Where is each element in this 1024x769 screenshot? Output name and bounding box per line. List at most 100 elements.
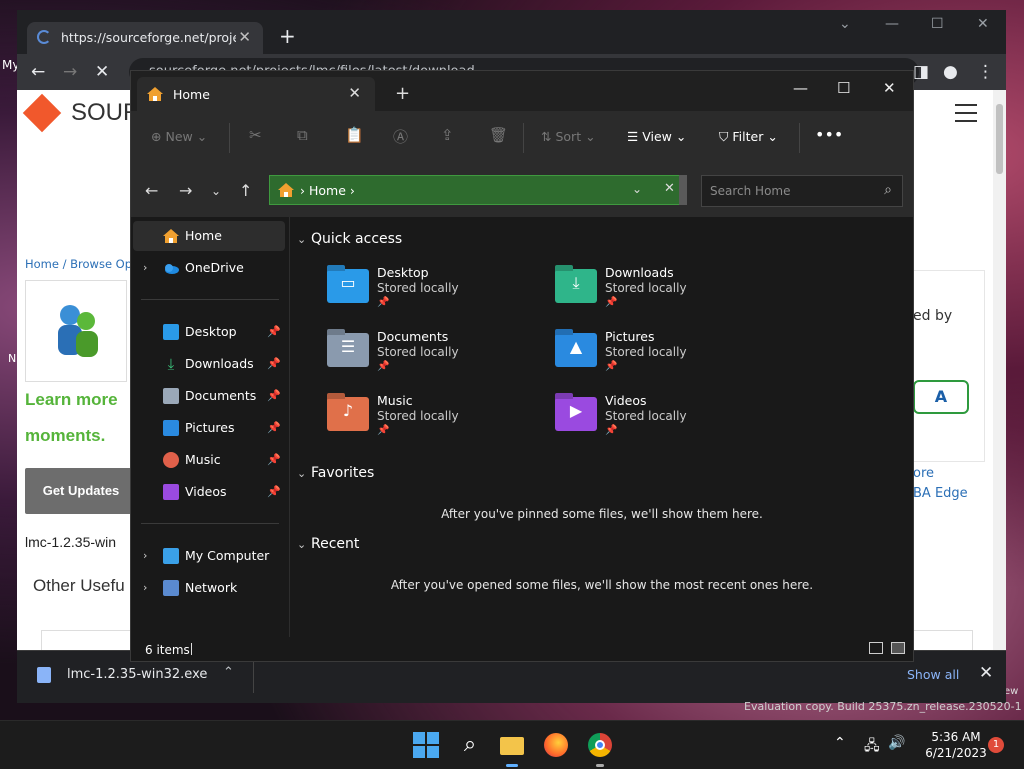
- close-icon[interactable]: ✕: [979, 663, 993, 683]
- sidebar-item-downloads[interactable]: ⤓ Downloads 📌: [133, 349, 285, 379]
- close-button[interactable]: ✕: [977, 16, 989, 32]
- back-icon[interactable]: ←: [31, 62, 45, 82]
- profile-icon[interactable]: ●: [943, 62, 958, 82]
- chevron-right-icon[interactable]: ›: [143, 261, 147, 274]
- view-icon: ☰: [627, 129, 639, 144]
- copy-icon[interactable]: ⧉: [297, 126, 308, 144]
- breadcrumb[interactable]: Home / Browse Ope: [25, 257, 139, 271]
- ad-link[interactable]: BA Edge: [913, 486, 968, 501]
- rename-icon[interactable]: Ⓐ: [393, 126, 408, 147]
- project-icon: [25, 280, 127, 382]
- plus-icon: ⊕: [151, 129, 162, 144]
- filter-button[interactable]: ⛉ Filter ⌄: [719, 129, 778, 145]
- chevron-up-icon[interactable]: ⌃: [834, 735, 846, 751]
- quick-access-item-music[interactable]: ♪ Music Stored locally 📌: [327, 393, 547, 449]
- sourceforge-logo-icon[interactable]: [22, 93, 62, 133]
- chevron-down-icon: ⌄: [585, 129, 596, 144]
- sidebar-item-network[interactable]: › Network: [133, 573, 285, 603]
- maximize-button[interactable]: ☐: [837, 79, 850, 97]
- download-item[interactable]: lmc-1.2.35-win32.exe: [67, 667, 207, 682]
- search-icon[interactable]: ⌕: [456, 731, 484, 759]
- file-explorer-taskbar-icon[interactable]: [498, 731, 526, 767]
- volume-icon[interactable]: 🔊: [888, 735, 905, 751]
- up-icon[interactable]: ↑: [239, 181, 252, 200]
- page-scrollbar[interactable]: [993, 90, 1006, 650]
- quick-access-item-downloads[interactable]: ⤓ Downloads Stored locally 📌: [555, 265, 775, 321]
- back-icon[interactable]: ←: [145, 181, 158, 200]
- clock[interactable]: 5:36 AM 6/21/2023: [920, 729, 992, 761]
- new-tab-button[interactable]: +: [279, 24, 296, 48]
- chevron-up-icon[interactable]: ⌃: [223, 665, 234, 680]
- explorer-tab[interactable]: Home ✕: [137, 77, 375, 111]
- get-updates-button[interactable]: Get Updates: [25, 468, 137, 514]
- forward-icon[interactable]: →: [179, 181, 192, 200]
- delete-icon[interactable]: 🗑: [489, 126, 508, 144]
- chrome-icon[interactable]: [586, 731, 614, 767]
- quick-access-header[interactable]: ⌄ Quick access: [297, 231, 402, 247]
- chevron-down-icon[interactable]: ⌄: [839, 16, 851, 32]
- chevron-down-icon[interactable]: ⌄: [632, 182, 642, 196]
- recent-header[interactable]: ⌄ Recent: [297, 536, 359, 552]
- menu-icon[interactable]: ⋮: [977, 62, 994, 82]
- share-icon[interactable]: ⇪: [441, 126, 454, 144]
- close-tab-icon[interactable]: ✕: [348, 84, 361, 102]
- new-tab-button[interactable]: +: [395, 83, 410, 104]
- sidebar-item-videos[interactable]: Videos 📌: [133, 477, 285, 507]
- ad-badge[interactable]: A: [913, 380, 969, 414]
- forward-icon[interactable]: →: [63, 62, 77, 82]
- sort-button[interactable]: ⇅ Sort ⌄: [541, 129, 596, 144]
- hamburger-menu-icon[interactable]: [955, 104, 977, 122]
- new-button[interactable]: ⊕ New ⌄: [151, 129, 207, 144]
- minimize-button[interactable]: —: [885, 16, 899, 32]
- address-bar[interactable]: › Home › ⌄ ✕: [269, 175, 681, 205]
- breadcrumb-item[interactable]: Home: [309, 183, 346, 198]
- search-box[interactable]: Search Home ⌕: [701, 175, 903, 207]
- favorites-header[interactable]: ⌄ Favorites: [297, 465, 374, 481]
- scrollbar-thumb[interactable]: [996, 104, 1003, 174]
- paste-icon[interactable]: 📋: [345, 126, 364, 144]
- sidebar-item-music[interactable]: Music 📌: [133, 445, 285, 475]
- details-view-icon[interactable]: [869, 642, 883, 654]
- ad-link[interactable]: ore: [913, 466, 934, 481]
- firefox-icon[interactable]: [542, 731, 570, 759]
- quick-access-item-pictures[interactable]: ▲ Pictures Stored locally 📌: [555, 329, 775, 385]
- network-icon[interactable]: 🖧: [864, 735, 880, 759]
- file-explorer-window: Home ✕ + — ☐ ✕ ⊕ New ⌄ ✂ ⧉ 📋 Ⓐ ⇪ 🗑 ⇅ Sor…: [130, 70, 914, 662]
- recent-locations-icon[interactable]: ⌄: [211, 184, 221, 198]
- pin-icon: 📌: [267, 389, 281, 402]
- chevron-right-icon[interactable]: ›: [143, 581, 147, 594]
- sidebar-item-home[interactable]: Home: [133, 221, 285, 251]
- quick-access-item-videos[interactable]: ▶ Videos Stored locally 📌: [555, 393, 775, 449]
- sidebar-icon[interactable]: ◨: [913, 62, 929, 82]
- status-bar: 6 items: [131, 637, 913, 661]
- close-tab-icon[interactable]: ✕: [238, 28, 251, 46]
- breadcrumb[interactable]: › Home ›: [300, 183, 355, 198]
- item-status: Stored locally: [377, 281, 459, 295]
- notification-badge[interactable]: 1: [988, 737, 1004, 753]
- sidebar-item-pictures[interactable]: Pictures 📌: [133, 413, 285, 443]
- tiles-view-icon[interactable]: [891, 642, 905, 654]
- maximize-button[interactable]: ☐: [931, 16, 944, 32]
- stop-icon[interactable]: ✕: [95, 62, 109, 82]
- sidebar-item-my-computer[interactable]: › My Computer: [133, 541, 285, 571]
- favorites-empty-message: After you've pinned some files, we'll sh…: [441, 507, 763, 521]
- promo-text: Learn more: [25, 390, 118, 409]
- chevron-right-icon[interactable]: ›: [143, 549, 147, 562]
- sidebar-item-desktop[interactable]: Desktop 📌: [133, 317, 285, 347]
- filter-label: Filter: [732, 129, 764, 144]
- chrome-tab[interactable]: https://sourceforge.net/projects/ ✕: [27, 22, 263, 54]
- clear-icon[interactable]: ✕: [664, 181, 675, 196]
- divider: [523, 123, 524, 153]
- quick-access-item-documents[interactable]: ☰ Documents Stored locally 📌: [327, 329, 547, 385]
- quick-access-item-desktop[interactable]: ▭ Desktop Stored locally 📌: [327, 265, 547, 321]
- start-button[interactable]: [412, 731, 440, 759]
- close-button[interactable]: ✕: [883, 79, 896, 97]
- minimize-button[interactable]: —: [793, 79, 808, 97]
- sidebar-item-onedrive[interactable]: › OneDrive: [133, 253, 285, 283]
- sidebar-item-documents[interactable]: Documents 📌: [133, 381, 285, 411]
- show-all-button[interactable]: Show all: [907, 667, 959, 682]
- view-button[interactable]: ☰ View ⌄: [627, 129, 686, 144]
- documents-icon: [163, 388, 179, 404]
- cut-icon[interactable]: ✂: [249, 126, 262, 144]
- more-options-icon[interactable]: •••: [815, 125, 843, 144]
